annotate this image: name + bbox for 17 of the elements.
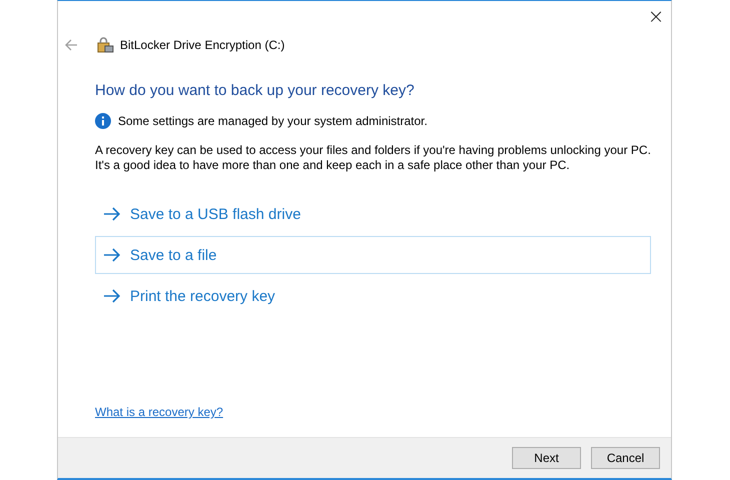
- help-link[interactable]: What is a recovery key?: [95, 405, 224, 419]
- description-text: A recovery key can be used to access your files and folders if you're having problems unlocking your PC. It's a good idea to have more than one and keep each in a safe place other than your PC.: [95, 143, 651, 173]
- arrow-icon: [103, 289, 121, 303]
- notice-text: Some settings are managed by your system administrator.: [118, 114, 428, 128]
- arrow-icon: [103, 248, 121, 262]
- backup-option[interactable]: Save to a USB flash drive: [95, 195, 651, 233]
- window-title: BitLocker Drive Encryption (C:): [120, 38, 285, 52]
- lock-drive-icon: [96, 37, 114, 53]
- next-button[interactable]: Next: [512, 447, 581, 469]
- cancel-button[interactable]: Cancel: [591, 447, 660, 469]
- info-icon: [95, 113, 111, 129]
- arrow-icon: [103, 207, 121, 221]
- backup-option[interactable]: Save to a file: [95, 236, 651, 274]
- backup-option[interactable]: Print the recovery key: [95, 277, 651, 315]
- page-heading: How do you want to back up your recovery key?: [95, 82, 416, 99]
- close-button[interactable]: ×: [641, 1, 671, 31]
- back-arrow-icon[interactable]: [64, 39, 78, 51]
